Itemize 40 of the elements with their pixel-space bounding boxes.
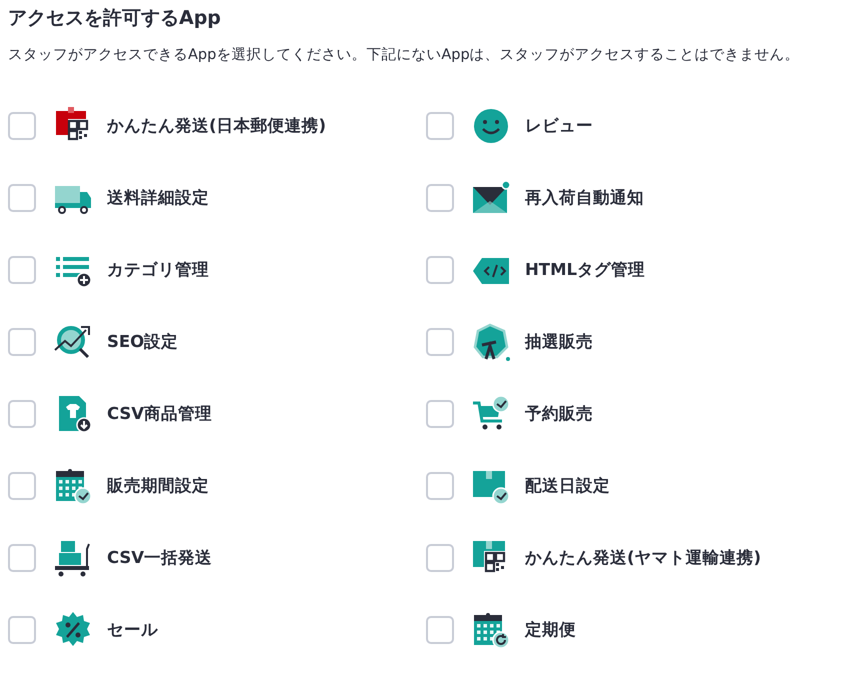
checkbox[interactable] bbox=[8, 256, 36, 284]
smile-icon bbox=[472, 107, 510, 145]
checkbox[interactable] bbox=[426, 112, 454, 140]
checkbox[interactable] bbox=[426, 472, 454, 500]
section-title: アクセスを許可するApp bbox=[8, 6, 222, 31]
app-label: SEO設定 bbox=[107, 330, 178, 353]
app-label: 再入荷自動通知 bbox=[525, 186, 644, 209]
app-label: かんたん発送(日本郵便連携) bbox=[107, 114, 326, 137]
checkbox[interactable] bbox=[8, 112, 36, 140]
search-chart-icon bbox=[54, 323, 92, 361]
checkbox[interactable] bbox=[8, 616, 36, 644]
app-label: カテゴリ管理 bbox=[107, 258, 209, 281]
checkbox[interactable] bbox=[426, 544, 454, 572]
app-label: セール bbox=[107, 618, 158, 641]
checkbox[interactable] bbox=[8, 328, 36, 356]
app-label: 配送日設定 bbox=[525, 474, 610, 497]
description-text: スタッフがアクセスできるAppを選択してください。下記にないAppは、スタッフがアクセスすることはできません。 bbox=[8, 46, 801, 65]
checkbox[interactable] bbox=[8, 544, 36, 572]
checkbox[interactable] bbox=[8, 400, 36, 428]
checkbox[interactable] bbox=[426, 256, 454, 284]
checkbox[interactable] bbox=[426, 184, 454, 212]
app-label: 予約販売 bbox=[525, 402, 593, 425]
app-label: 抽選販売 bbox=[525, 330, 593, 353]
checkbox[interactable] bbox=[8, 184, 36, 212]
app-label: 販売期間設定 bbox=[107, 474, 209, 497]
checkbox[interactable] bbox=[426, 328, 454, 356]
app-label: CSV一括発送 bbox=[107, 546, 212, 569]
checkbox[interactable] bbox=[426, 616, 454, 644]
calendar-clock-icon bbox=[54, 467, 92, 505]
calendar-repeat-icon bbox=[472, 611, 510, 649]
cart-boxes-icon bbox=[54, 539, 92, 577]
checkbox[interactable] bbox=[426, 400, 454, 428]
app-label: 定期便 bbox=[525, 618, 576, 641]
app-label: HTMLタグ管理 bbox=[525, 258, 645, 281]
app-label: レビュー bbox=[525, 114, 593, 137]
lottery-icon bbox=[472, 323, 510, 361]
checkbox[interactable] bbox=[8, 472, 36, 500]
app-label: かんたん発送(ヤマト運輸連携) bbox=[525, 546, 762, 569]
app-label: 送料詳細設定 bbox=[107, 186, 209, 209]
app-label: CSV商品管理 bbox=[107, 402, 212, 425]
